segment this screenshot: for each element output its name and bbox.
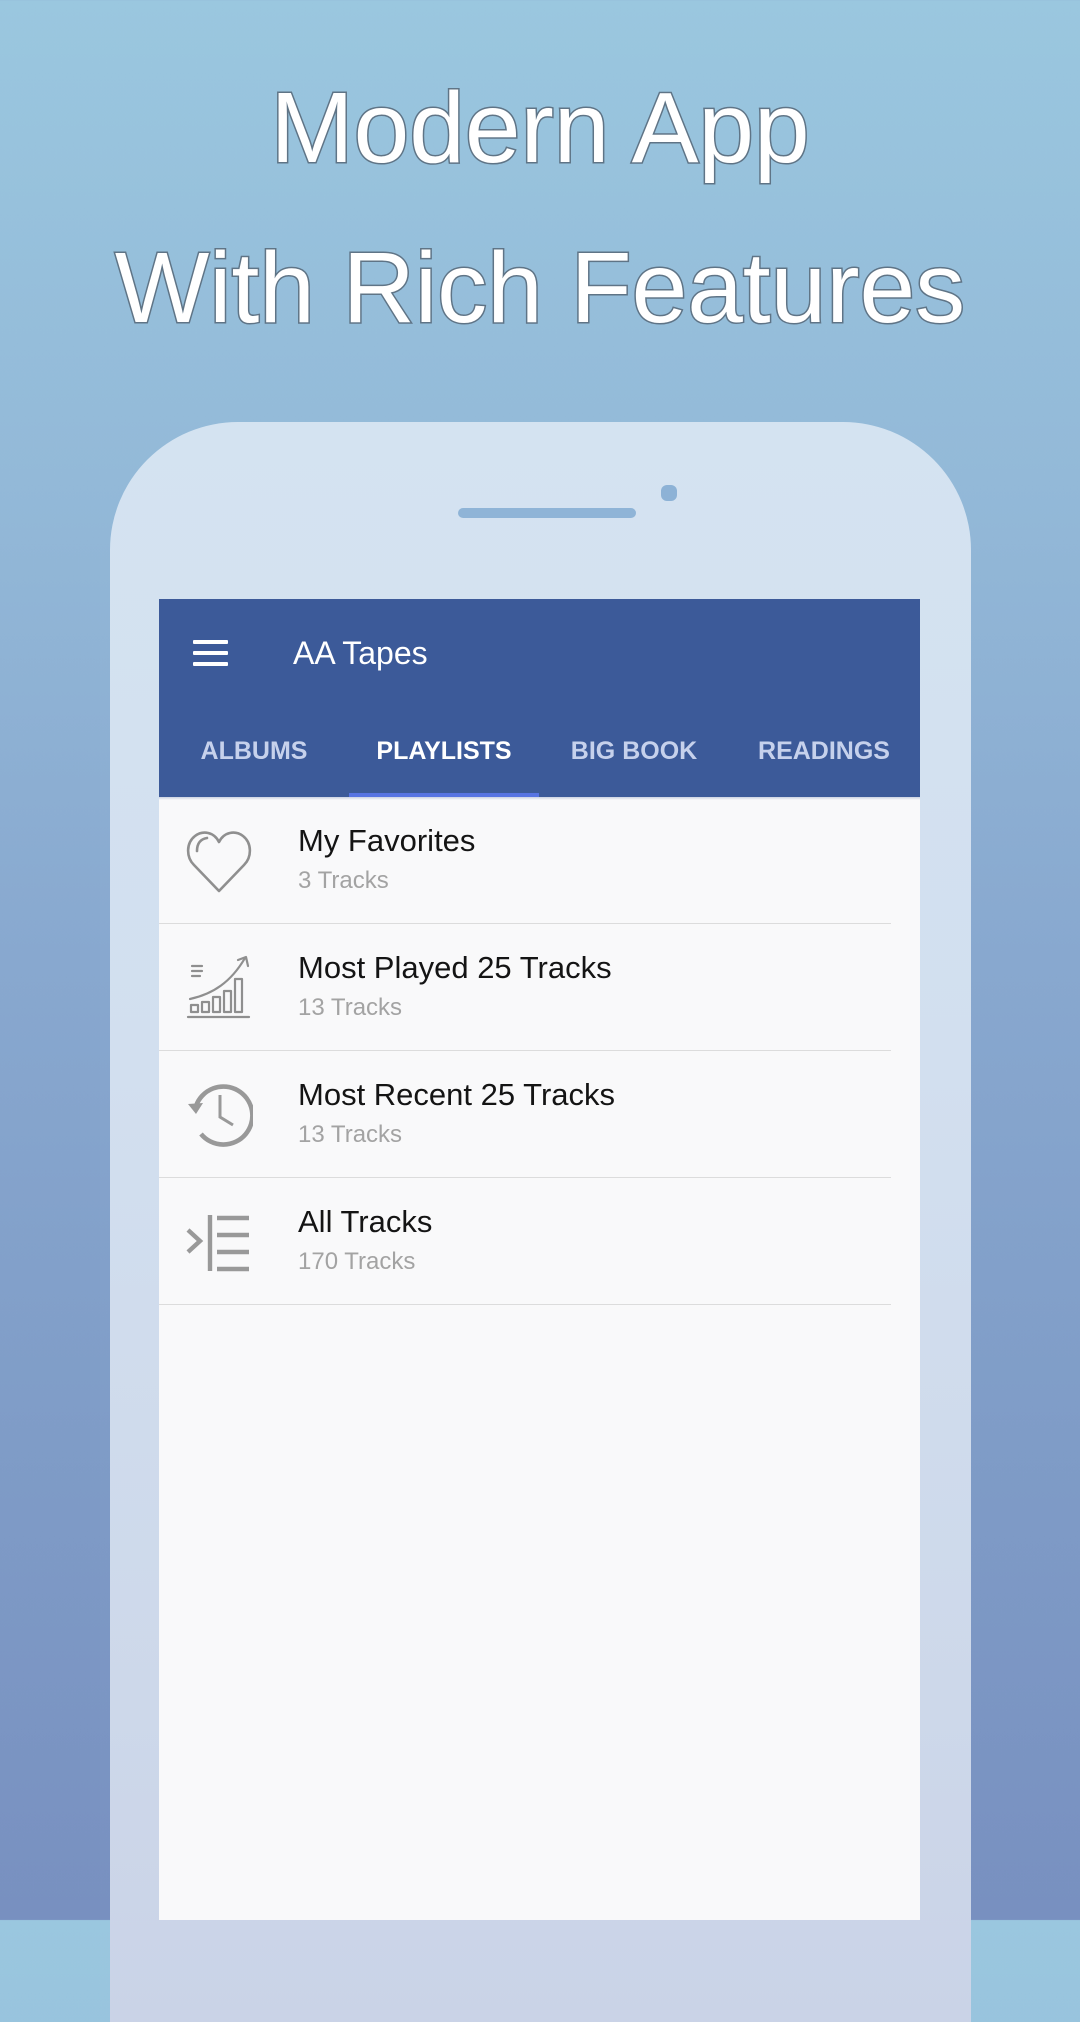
tab-readings[interactable]: READINGS [729, 711, 919, 797]
menu-bar [193, 662, 228, 666]
playlist-item-all-tracks[interactable]: All Tracks 170 Tracks [159, 1178, 920, 1305]
playlist-track-count: 170 Tracks [298, 1248, 416, 1275]
playlist-item-my-favorites[interactable]: My Favorites 3 Tracks [159, 797, 920, 924]
menu-bar [193, 651, 228, 655]
divider [159, 1304, 891, 1305]
phone-speaker [458, 508, 636, 518]
history-clock-icon [185, 1081, 253, 1149]
tab-albums[interactable]: ALBUMS [159, 711, 349, 797]
playlist-title: Most Recent 25 Tracks [298, 1077, 616, 1112]
tab-playlists[interactable]: PLAYLISTS [349, 711, 539, 797]
promo-headline-line-1: Modern App [269, 72, 811, 184]
heart-icon [185, 827, 253, 895]
playlist-title: Most Played 25 Tracks [298, 950, 612, 985]
playlist-list: My Favorites 3 Tracks Most Played 25 Tra… [159, 797, 920, 1305]
playlist-title: My Favorites [298, 823, 476, 858]
playlist-track-count: 13 Tracks [298, 1121, 403, 1148]
app-screen: AA Tapes ALBUMS PLAYLISTS BIG BOOK READI… [159, 599, 920, 1920]
phone-camera [661, 485, 677, 501]
app-bar: AA Tapes ALBUMS PLAYLISTS BIG BOOK READI… [159, 599, 920, 797]
app-title: AA Tapes [293, 635, 428, 671]
playlist-item-most-recent[interactable]: Most Recent 25 Tracks 13 Tracks [159, 1051, 920, 1178]
playlist-item-most-played[interactable]: Most Played 25 Tracks 13 Tracks [159, 924, 920, 1051]
playlist-title: All Tracks [298, 1204, 433, 1239]
playlist-track-count: 13 Tracks [298, 994, 403, 1021]
toolbar: AA Tapes [159, 599, 920, 711]
menu-bar [193, 640, 228, 644]
promo-headline-line-2: With Rich Features [113, 232, 966, 344]
list-indent-icon [185, 1208, 253, 1276]
trending-chart-icon [185, 954, 253, 1022]
tab-big-book[interactable]: BIG BOOK [539, 711, 729, 797]
hamburger-menu-icon[interactable] [185, 635, 229, 673]
tab-bar: ALBUMS PLAYLISTS BIG BOOK READINGS [159, 711, 920, 797]
playlist-track-count: 3 Tracks [298, 867, 389, 894]
